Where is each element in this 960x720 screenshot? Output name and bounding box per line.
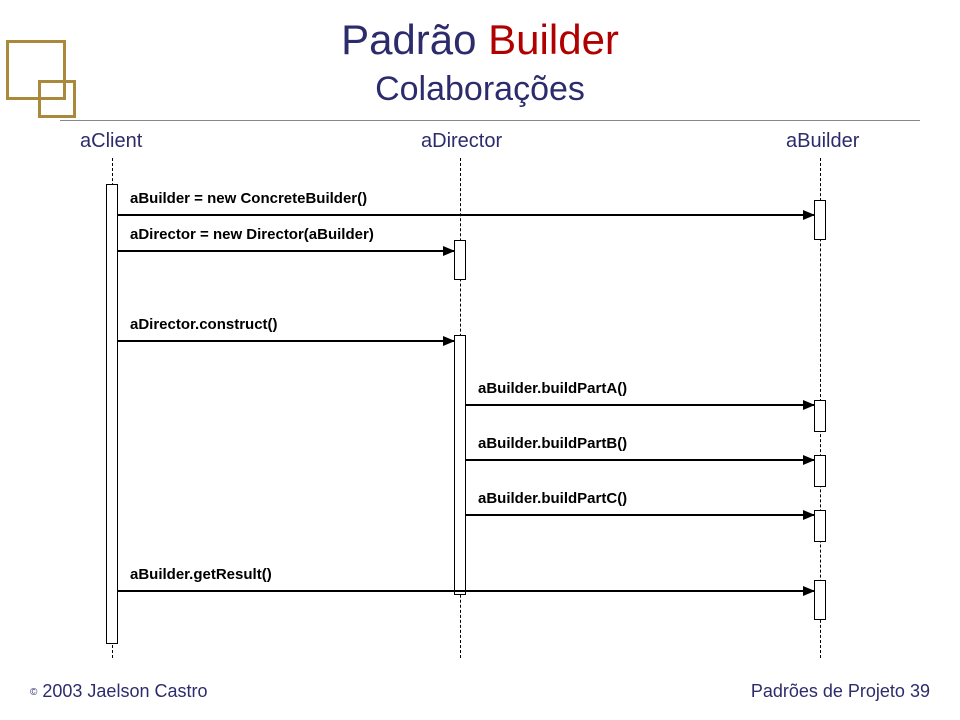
participant-builder: aBuilder — [786, 130, 859, 153]
arrow-construct — [118, 340, 454, 342]
msg-buildparta: aBuilder.buildPartA() — [478, 380, 627, 397]
footer-page-number: 39 — [910, 681, 930, 701]
participant-director: aDirector — [421, 130, 502, 153]
activation-builder-partc — [814, 510, 826, 542]
msg-buildpartc: aBuilder.buildPartC() — [478, 490, 627, 507]
arrow-buildpartb — [466, 459, 814, 461]
msg-new-builder: aBuilder = new ConcreteBuilder() — [130, 190, 367, 207]
participant-client: aClient — [80, 130, 142, 153]
arrow-buildparta — [466, 404, 814, 406]
sequence-diagram: aClient aDirector aBuilder aBuilder = ne… — [0, 130, 960, 660]
arrow-new-builder — [118, 214, 814, 216]
slide-subtitle: Colaborações — [0, 70, 960, 109]
title-rule — [60, 120, 920, 121]
msg-new-director: aDirector = new Director(aBuilder) — [130, 226, 374, 243]
slide: Padrão Builder Colaborações aClient aDir… — [0, 0, 960, 720]
footer-author-text: 2003 Jaelson Castro — [37, 681, 207, 701]
slide-title: Padrão Builder — [0, 16, 960, 64]
footer-page: Padrões de Projeto 39 — [751, 681, 930, 702]
arrow-new-director — [118, 250, 454, 252]
activation-director-construct — [454, 335, 466, 595]
msg-construct: aDirector.construct() — [130, 316, 278, 333]
msg-buildpartb: aBuilder.buildPartB() — [478, 435, 627, 452]
msg-getresult: aBuilder.getResult() — [130, 566, 272, 583]
activation-builder-new — [814, 200, 826, 240]
activation-client-main — [106, 184, 118, 644]
title-word-2: Builder — [488, 16, 619, 63]
activation-builder-getresult — [814, 580, 826, 620]
activation-director-new — [454, 240, 466, 280]
title-word-1: Padrão — [341, 16, 476, 63]
arrow-getresult — [118, 590, 814, 592]
arrow-buildpartc — [466, 514, 814, 516]
footer-right-text: Padrões de Projeto — [751, 681, 905, 701]
activation-builder-partb — [814, 455, 826, 487]
footer-author: © 2003 Jaelson Castro — [30, 681, 207, 702]
activation-builder-parta — [814, 400, 826, 432]
